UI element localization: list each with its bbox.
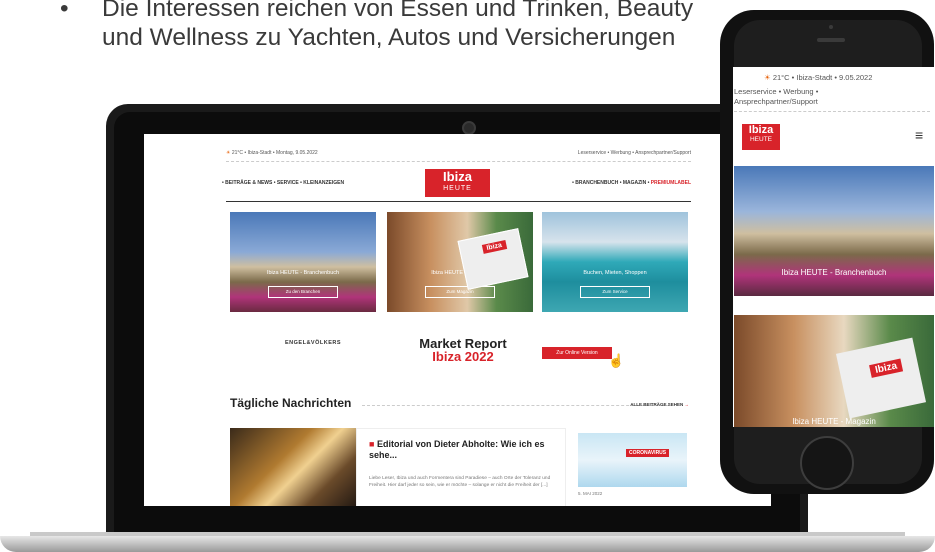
editorial-icon: ■	[369, 439, 375, 449]
market-report: Market Report Ibiza 2022	[408, 337, 518, 363]
card-caption: Ibiza HEUTE - Branchenbuch	[781, 268, 887, 277]
magazine-tag: Ibiza	[481, 240, 507, 254]
card-caption: Ibiza HEUTE - Branchenbuch	[266, 270, 340, 276]
main-nav-left[interactable]: • BEITRÄGE & NEWS • SERVICE • KLEINANZEI…	[222, 180, 344, 186]
card-caption: Buchen, Mieten, Shoppen	[583, 270, 647, 276]
news-title-text: Editorial von Dieter Abholte: Wie ich es…	[369, 439, 545, 460]
nav-premium-label[interactable]: PREMIUMLABEL	[651, 180, 691, 186]
online-version-button[interactable]: Zur Online Version	[542, 347, 612, 359]
card-branchenbuch[interactable]: Ibiza HEUTE - Branchenbuch Zu den Branch…	[230, 212, 376, 312]
speaker-icon	[817, 38, 845, 42]
phone-screen: ☀ 21°C • Ibiza-Stadt • 9.05.2022 Leserse…	[733, 67, 934, 427]
card-button[interactable]: Zum Magazin	[425, 286, 495, 298]
card-button[interactable]: Zu den Branchen	[268, 286, 338, 298]
home-button[interactable]	[800, 436, 854, 490]
card-button[interactable]: Zum Service	[580, 286, 650, 298]
news-title[interactable]: ■ Editorial von Dieter Abholte: Wie ich …	[369, 439, 559, 461]
card-caption: Ibiza HEUTE - Magazin	[792, 417, 876, 426]
header-rule	[226, 201, 691, 202]
main-nav-right[interactable]: • BRANCHENBUCH • MAGAZIN • PREMIUMLABEL	[572, 180, 691, 186]
logo-line1: Ibiza	[443, 169, 472, 184]
logo-line1: Ibiza	[748, 124, 774, 136]
news-image[interactable]	[230, 428, 356, 506]
engel-voelkers-logo: ENGEL&VÖLKERS	[285, 340, 341, 346]
divider	[226, 161, 691, 162]
news-excerpt: Liebe Leser, Ibiza und auch Formentera s…	[369, 476, 551, 488]
webcam-icon	[462, 121, 476, 135]
phone-links-2[interactable]: Ansprechpartner/Support	[734, 97, 818, 106]
ev-logo-text: ENGEL&VÖLKERS	[285, 340, 342, 346]
market-report-subtitle: Ibiza 2022	[432, 349, 494, 364]
logo-line2: HEUTE	[443, 185, 472, 192]
side-news-date: 5. MAI 2022	[578, 491, 603, 496]
location-date: Ibiza-Stadt • Montag, 9.05.2022	[247, 150, 318, 156]
section-divider	[362, 405, 669, 406]
coronavirus-tag: CORONAVIRUS	[626, 449, 670, 457]
card-service[interactable]: Buchen, Mieten, Shoppen Zum Service	[542, 212, 688, 312]
bullet-text: Die Interessen reichen von Essen und Tri…	[102, 0, 694, 51]
divider	[734, 111, 930, 112]
phone-card-magazin[interactable]: Ibiza Ibiza HEUTE - Magazin	[734, 315, 934, 427]
sun-icon: ☀	[764, 73, 771, 82]
laptop-screen: ☀ 21°C • Ibiza-Stadt • Montag, 9.05.2022…	[144, 134, 771, 506]
laptop-base	[0, 536, 935, 552]
phone-weather-temp: 21°C	[772, 73, 790, 82]
phone-location-date: Ibiza-Stadt • 9.05.2022	[796, 73, 873, 82]
top-links[interactable]: Leserservice • Werbung • Ansprechpartner…	[578, 150, 691, 156]
pointer-hand-icon: ☝	[608, 353, 625, 368]
phone-card-branchenbuch[interactable]: Ibiza HEUTE - Branchenbuch	[734, 166, 934, 296]
phone-weather: ☀ 21°C • Ibiza-Stadt • 9.05.2022	[764, 73, 873, 82]
all-posts-label: ALLE BEITRÄGE SEHEN	[630, 402, 684, 407]
magazine-tag: Ibiza	[869, 358, 904, 378]
magazine-cover: Ibiza	[835, 337, 927, 419]
front-camera-icon	[829, 25, 833, 29]
phone-logo[interactable]: Ibiza HEUTE	[742, 124, 780, 150]
nav-right-links[interactable]: • BRANCHENBUCH • MAGAZIN •	[572, 180, 651, 186]
logo-line2: HEUTE	[749, 136, 773, 143]
bullet-dot: •	[60, 0, 69, 22]
site-logo[interactable]: Ibiza HEUTE	[425, 169, 490, 197]
section-title: Tägliche Nachrichten	[230, 396, 352, 410]
side-news-image[interactable]: CORONAVIRUS	[578, 433, 687, 487]
sun-icon: ☀	[226, 150, 231, 156]
weather-temp: 21°C	[231, 150, 244, 156]
arrow-right-icon: →	[684, 402, 690, 407]
phone-links-1[interactable]: Leserservice • Werbung •	[734, 87, 818, 96]
all-posts-link[interactable]: ALLE BEITRÄGE SEHEN →	[630, 402, 689, 407]
hamburger-menu-icon[interactable]: ≡	[915, 127, 923, 143]
weather-bar: ☀ 21°C • Ibiza-Stadt • Montag, 9.05.2022	[226, 150, 318, 156]
